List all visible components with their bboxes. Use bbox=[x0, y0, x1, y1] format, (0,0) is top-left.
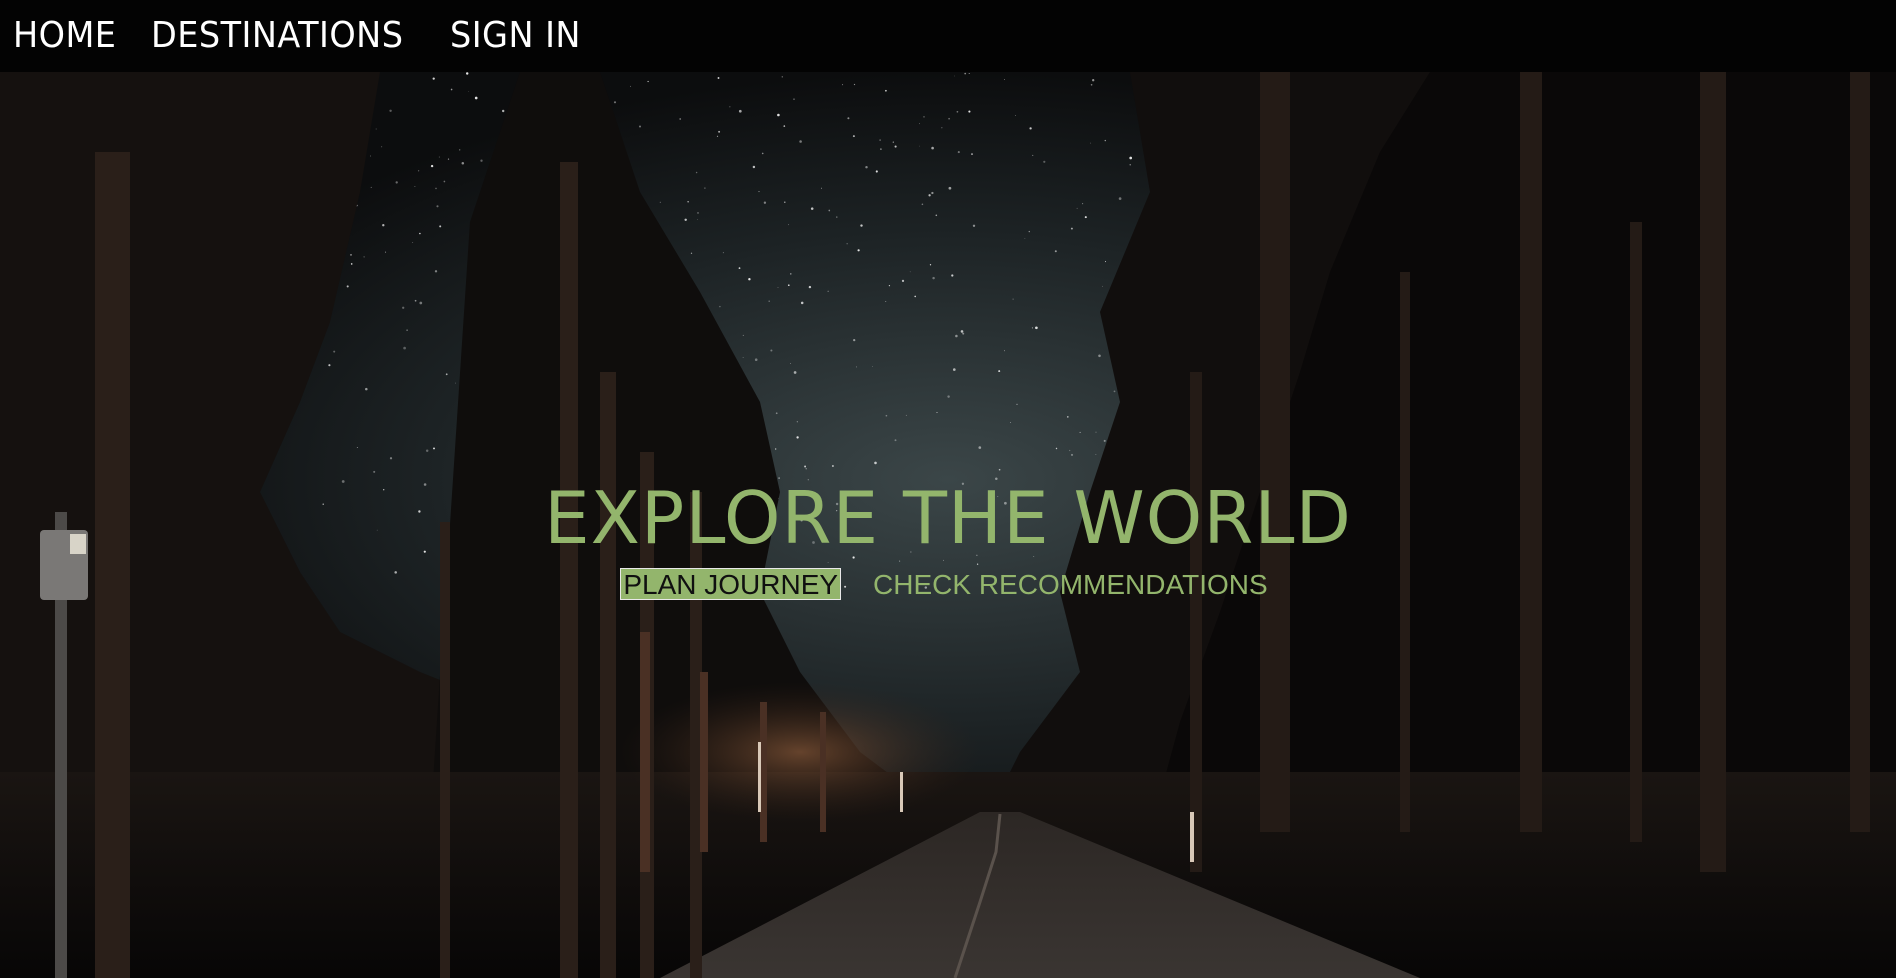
plan-journey-button[interactable]: PLAN JOURNEY bbox=[620, 568, 842, 601]
check-recommendations-button[interactable]: CHECK RECOMMENDATIONS bbox=[867, 569, 1274, 600]
nav-destinations-link[interactable]: DESTINATIONS bbox=[151, 18, 403, 54]
nav-home-link[interactable]: HOME bbox=[13, 18, 116, 54]
hero-section: EXPLORE THE WORLD PLAN JOURNEY CHECK REC… bbox=[0, 72, 1896, 978]
top-navigation: HOME DESTINATIONS SIGN IN bbox=[0, 0, 1896, 72]
hero-title: EXPLORE THE WORLD bbox=[544, 476, 1352, 560]
hero-content: EXPLORE THE WORLD PLAN JOURNEY CHECK REC… bbox=[0, 476, 1896, 601]
page: HOME DESTINATIONS SIGN IN EXPLORE THE WO… bbox=[0, 0, 1896, 978]
hero-actions: PLAN JOURNEY CHECK RECOMMENDATIONS bbox=[0, 568, 1896, 601]
nav-sign-in-link[interactable]: SIGN IN bbox=[450, 18, 581, 54]
